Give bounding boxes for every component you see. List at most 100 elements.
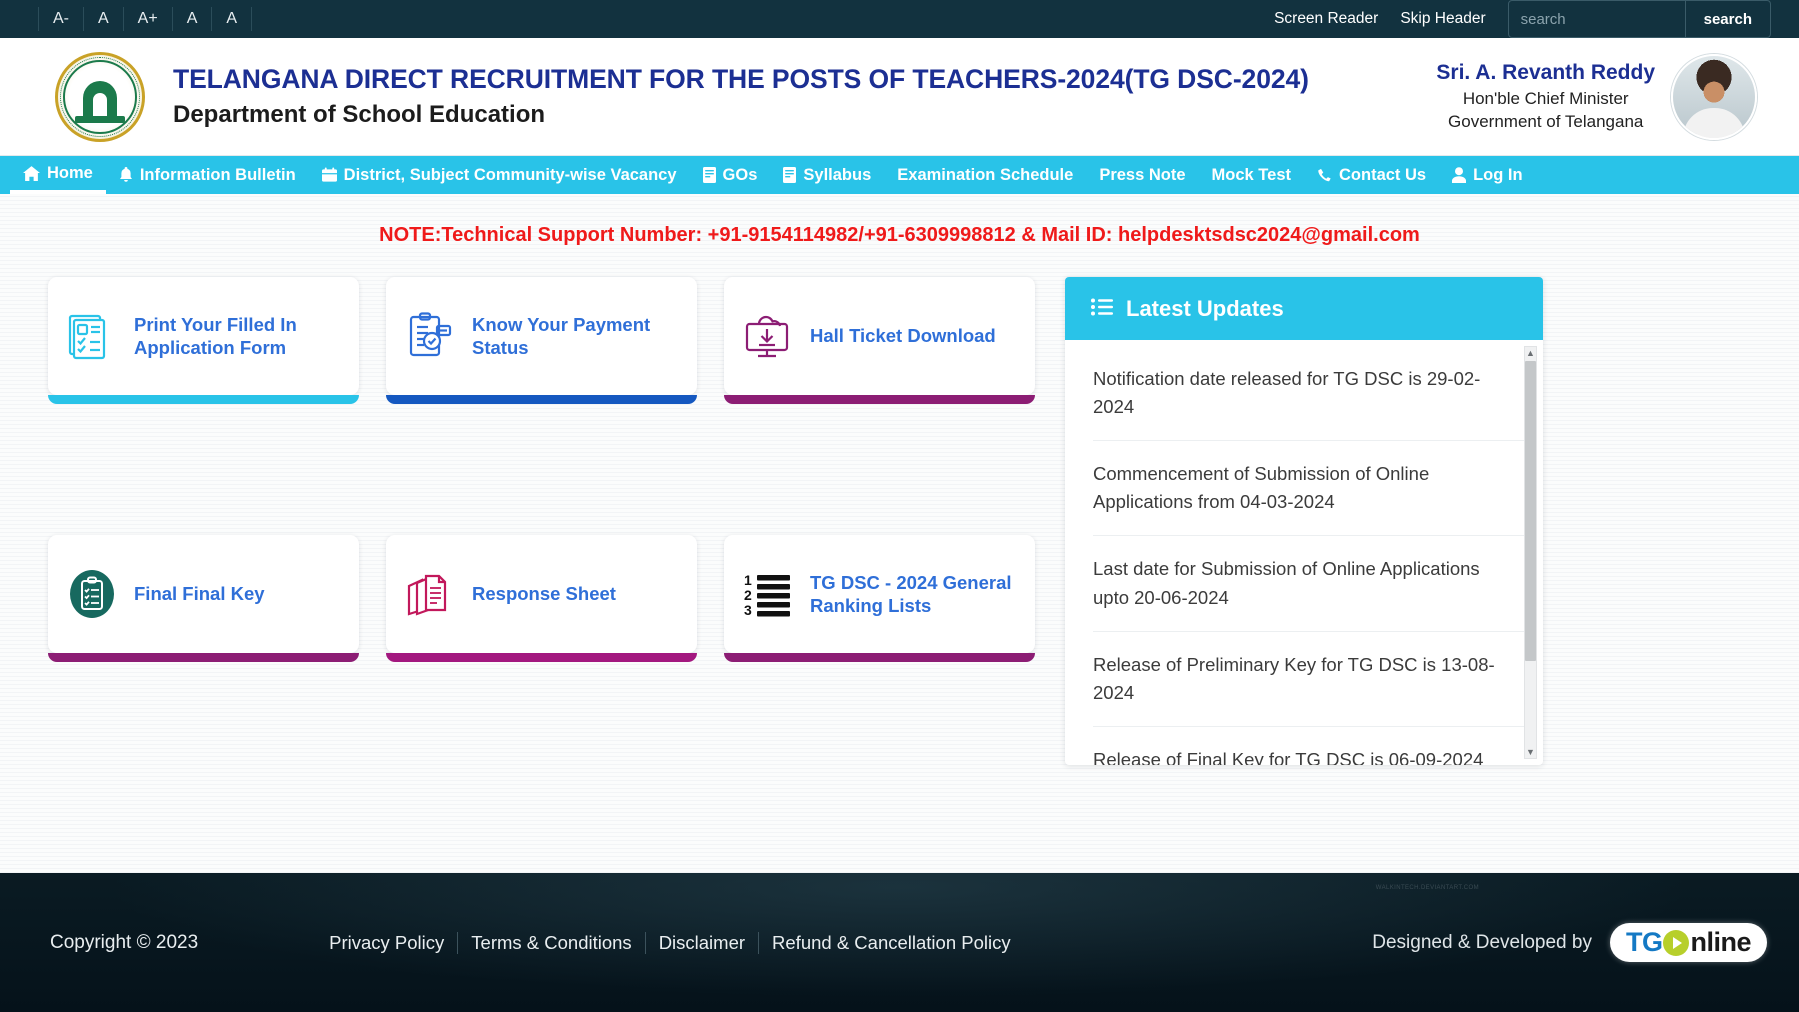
footer-link-terms-conditions[interactable]: Terms & Conditions — [458, 931, 646, 954]
nav-item-vacancy[interactable]: District, Subject Community-wise Vacancy — [309, 156, 690, 194]
topbar-right-group: Screen Reader Skip Header search — [1274, 0, 1799, 38]
nav-item-home[interactable]: Home — [10, 156, 106, 194]
latest-updates-title: Latest Updates — [1126, 295, 1284, 321]
footer-watermark: WALKINTECH.DEVIANTART.COM — [1375, 885, 1479, 891]
nav-item-label: Log In — [1473, 165, 1523, 184]
technical-support-note: NOTE:Technical Support Number: +91-91541… — [379, 224, 1420, 246]
nav-item-examination-schedule[interactable]: Examination Schedule — [884, 156, 1086, 194]
book-icon — [702, 167, 716, 183]
site-footer: WALKINTECH.DEVIANTART.COM Copyright © 20… — [0, 873, 1799, 1012]
updates-scrollbar[interactable]: ▲ ▼ — [1524, 346, 1537, 759]
book-icon — [783, 167, 797, 183]
card-hall-ticket-download[interactable]: Hall Ticket Download — [724, 277, 1035, 404]
logo-t: T — [1625, 927, 1643, 957]
card-final-final-key[interactable]: Final Final Key — [48, 535, 359, 662]
home-icon — [23, 165, 40, 182]
svg-text:1: 1 — [744, 572, 752, 588]
list-item[interactable]: Release of Preliminary Key for TG DSC is… — [1093, 632, 1525, 727]
payment-status-icon — [404, 310, 456, 362]
page-subtitle: Department of School Education — [173, 101, 546, 128]
nav-item-log-in[interactable]: Log In — [1439, 156, 1535, 194]
font-increase-button[interactable]: A+ — [124, 7, 173, 31]
nav-item-information-bulletin[interactable]: Information Bulletin — [106, 156, 309, 194]
tgonline-logo[interactable]: T G nline — [1609, 923, 1767, 962]
phone-icon — [1317, 167, 1332, 183]
card-label: Know Your Payment Status — [472, 313, 651, 358]
scrollbar-thumb[interactable] — [1525, 361, 1536, 661]
hall-ticket-download-icon — [742, 310, 794, 362]
list-item[interactable]: Commencement of Submission of Online App… — [1093, 441, 1525, 537]
nav-item-label: Contact Us — [1339, 165, 1427, 184]
final-key-icon — [66, 568, 118, 620]
card-label: TG DSC - 2024 General Ranking Lists — [810, 571, 1012, 616]
font-size-controls: A- A A+ A A — [38, 0, 253, 38]
designed-by-group: Designed & Developed by T G nline — [1372, 923, 1767, 962]
theme-contrast-button[interactable]: A — [173, 7, 213, 31]
latest-updates-list: Notification date released for TG DSC is… — [1065, 340, 1543, 765]
skip-header-link[interactable]: Skip Header — [1400, 10, 1485, 28]
footer-link-privacy-policy[interactable]: Privacy Policy — [316, 931, 459, 954]
font-decrease-button[interactable]: A- — [38, 7, 84, 31]
card-general-ranking-lists[interactable]: 1 2 3 TG DSC - 2024 General Ranking List… — [724, 535, 1035, 662]
bell-icon — [119, 167, 133, 183]
list-item[interactable]: Notification date released for TG DSC is… — [1093, 346, 1525, 442]
page-title: TELANGANA DIRECT RECRUITMENT FOR THE POS… — [173, 64, 1309, 94]
logo-nline: nline — [1690, 927, 1751, 957]
list-item[interactable]: Release of Final Key for TG DSC is 06-09… — [1093, 727, 1525, 765]
font-normal-button[interactable]: A — [84, 7, 124, 31]
card-print-application-form[interactable]: Print Your Filled In Application Form — [48, 277, 359, 404]
nav-item-label: Press Note — [1099, 165, 1186, 184]
nav-item-syllabus[interactable]: Syllabus — [770, 156, 884, 194]
footer-link-disclaimer[interactable]: Disclaimer — [646, 931, 760, 954]
nav-item-contact-us[interactable]: Contact Us — [1304, 156, 1439, 194]
svg-text:3: 3 — [744, 602, 752, 618]
card-label: Hall Ticket Download — [810, 325, 996, 347]
user-icon — [1452, 167, 1467, 183]
card-label: Print Your Filled In Application Form — [134, 313, 297, 358]
chief-minister-info: Sri. A. Revanth Reddy Hon'ble Chief Mini… — [1436, 59, 1671, 133]
application-form-icon — [66, 310, 118, 362]
telangana-emblem-icon — [55, 51, 145, 142]
nav-item-label: Home — [47, 163, 93, 182]
footer-links: Privacy Policy Terms & Conditions Discla… — [316, 931, 1024, 954]
search-input[interactable] — [1507, 0, 1686, 38]
nav-item-label: Syllabus — [803, 165, 872, 184]
cm-role: Hon'ble Chief Minister — [1462, 88, 1629, 108]
cm-name: Sri. A. Revanth Reddy — [1436, 61, 1655, 85]
nav-item-label: Information Bulletin — [139, 165, 296, 184]
calendar-icon — [321, 167, 337, 183]
logo-g: G — [1641, 927, 1663, 957]
nav-item-mock-test[interactable]: Mock Test — [1199, 156, 1304, 194]
cm-government: Government of Telangana — [1448, 111, 1644, 131]
search-button[interactable]: search — [1685, 0, 1771, 38]
main-content: Print Your Filled In Application Form Kn… — [0, 247, 1799, 765]
copyright-text: Copyright © 2023 — [50, 931, 199, 953]
latest-updates-header: Latest Updates — [1065, 277, 1543, 340]
list-item[interactable]: Last date for Submission of Online Appli… — [1093, 536, 1525, 632]
title-block: TELANGANA DIRECT RECRUITMENT FOR THE POS… — [173, 64, 1309, 129]
card-label: Response Sheet — [472, 583, 616, 605]
ranking-list-icon: 1 2 3 — [742, 568, 794, 620]
accessibility-topbar: A- A A+ A A Screen Reader Skip Header se… — [0, 0, 1799, 38]
svg-text:2: 2 — [744, 587, 752, 603]
card-payment-status[interactable]: Know Your Payment Status — [386, 277, 697, 404]
service-cards-grid: Print Your Filled In Application Form Kn… — [48, 277, 1035, 765]
search-group: search — [1507, 0, 1771, 38]
screen-reader-link[interactable]: Screen Reader — [1274, 10, 1378, 28]
nav-item-gos[interactable]: GOs — [690, 156, 771, 194]
theme-default-button[interactable]: A — [212, 7, 253, 31]
nav-item-label: GOs — [722, 165, 758, 184]
nav-item-label: Mock Test — [1211, 165, 1291, 184]
footer-link-refund-cancellation-policy[interactable]: Refund & Cancellation Policy — [759, 932, 1024, 954]
main-navigation: Home Information Bulletin District, Subj… — [0, 156, 1799, 194]
response-sheet-icon — [404, 568, 456, 620]
nav-item-press-note[interactable]: Press Note — [1086, 156, 1198, 194]
site-header: TELANGANA DIRECT RECRUITMENT FOR THE POS… — [0, 38, 1799, 156]
page-body: NOTE:Technical Support Number: +91-91541… — [0, 194, 1799, 873]
nav-item-label: District, Subject Community-wise Vacancy — [343, 165, 677, 184]
play-icon — [1663, 929, 1690, 956]
scroll-up-icon[interactable]: ▲ — [1526, 347, 1535, 359]
scroll-down-icon[interactable]: ▼ — [1526, 746, 1535, 758]
latest-updates-panel: Latest Updates Notification date release… — [1065, 277, 1543, 765]
card-response-sheet[interactable]: Response Sheet — [386, 535, 697, 662]
